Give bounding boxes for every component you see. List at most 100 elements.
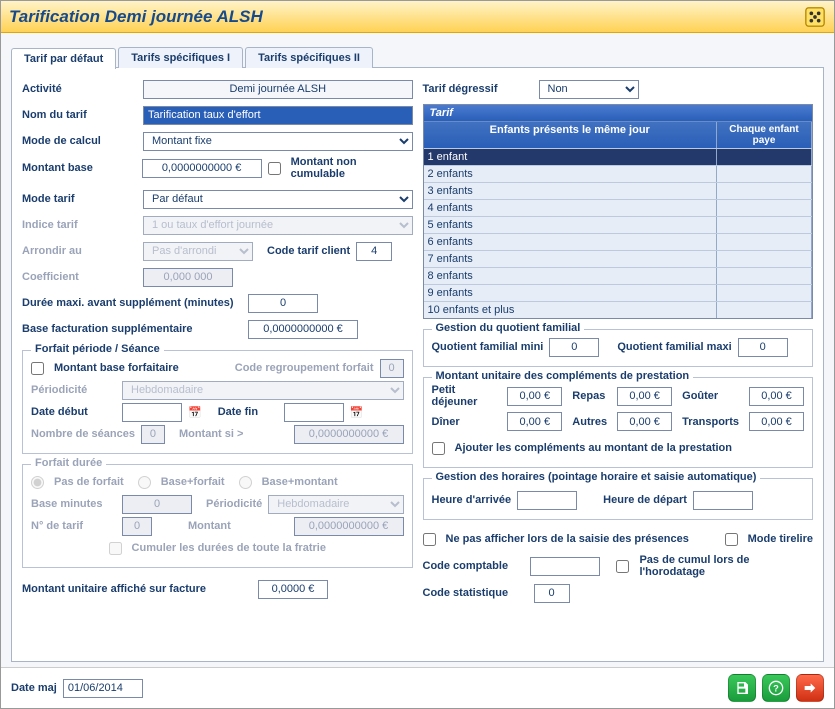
- date-maj-input[interactable]: [63, 679, 143, 698]
- no-tarif-label: N° de tarif: [31, 520, 116, 532]
- code-tarif-input[interactable]: [356, 242, 392, 261]
- coeff-input: [143, 268, 233, 287]
- nb-seances-input: [141, 425, 165, 444]
- pas-cumul-checkbox[interactable]: [616, 560, 629, 573]
- indice-label: Indice tarif: [22, 219, 137, 231]
- save-button[interactable]: [728, 674, 756, 702]
- calendar-icon[interactable]: 📅: [350, 406, 364, 419]
- base-min-input: [122, 495, 192, 514]
- non-cumulable-checkbox[interactable]: [268, 162, 281, 175]
- table-col1: Enfants présents le même jour: [424, 122, 718, 148]
- table-title: Tarif: [424, 105, 813, 122]
- date-fin-label: Date fin: [218, 406, 278, 418]
- qf-maxi-input[interactable]: [738, 338, 788, 357]
- regroup-label: Code regroupement forfait: [235, 362, 374, 374]
- arrondi-select: Pas d'arrondi: [143, 242, 253, 261]
- non-cumulable-label: Montant non cumulable: [291, 156, 413, 180]
- montant-si-label: Montant si >: [179, 428, 243, 440]
- mode-tirelire-checkbox[interactable]: [725, 533, 738, 546]
- ne-pas-afficher-label: Ne pas afficher lors de la saisie des pr…: [446, 533, 689, 545]
- petit-dej-input[interactable]: [507, 387, 562, 406]
- calendar-icon[interactable]: 📅: [188, 406, 202, 419]
- table-row[interactable]: 3 enfants: [424, 182, 813, 199]
- code-stat-label: Code statistique: [423, 587, 528, 599]
- mode-calcul-select[interactable]: Montant fixe: [143, 132, 413, 151]
- heure-depart-label: Heure de départ: [603, 494, 687, 506]
- close-button[interactable]: [796, 674, 824, 702]
- duree-max-label: Durée maxi. avant supplément (minutes): [22, 297, 242, 309]
- repas-input[interactable]: [617, 387, 672, 406]
- date-debut-input[interactable]: [122, 403, 182, 422]
- fp-period-select: Hebdomadaire: [122, 381, 404, 400]
- montant-si-input: [294, 425, 404, 444]
- forfait-periode-legend: Forfait période / Séance: [31, 343, 164, 355]
- code-comptable-input[interactable]: [530, 557, 600, 576]
- fd-period-select: Hebdomadaire: [268, 495, 403, 514]
- cumuler-checkbox: [109, 542, 122, 555]
- date-maj-label: Date maj: [11, 682, 57, 694]
- transports-input[interactable]: [749, 412, 804, 431]
- base-supp-label: Base facturation supplémentaire: [22, 323, 242, 335]
- base-supp-input[interactable]: [248, 320, 358, 339]
- qf-maxi-label: Quotient familial maxi: [617, 341, 731, 353]
- gouter-label: Goûter: [682, 390, 739, 402]
- tab-spec1[interactable]: Tarifs spécifiques I: [118, 47, 243, 68]
- code-comptable-label: Code comptable: [423, 560, 525, 572]
- fd-montant-label: Montant: [188, 520, 231, 532]
- svg-text:?: ?: [773, 683, 779, 693]
- tab-default[interactable]: Tarif par défaut: [11, 48, 116, 69]
- regroup-input: [380, 359, 404, 378]
- cumuler-label: Cumuler les durées de toute la fratrie: [132, 542, 326, 554]
- unitaire-input[interactable]: [258, 580, 328, 599]
- heure-arrivee-input[interactable]: [517, 491, 577, 510]
- nom-tarif-label: Nom du tarif: [22, 109, 137, 121]
- mode-calcul-label: Mode de calcul: [22, 135, 137, 147]
- page-title: Tarification Demi journée ALSH: [9, 7, 804, 27]
- degressif-select[interactable]: Non: [539, 80, 639, 99]
- table-col2: Chaque enfant paye: [717, 122, 812, 148]
- table-row[interactable]: 5 enfants: [424, 216, 813, 233]
- table-row[interactable]: 1 enfant: [424, 148, 813, 165]
- nom-tarif-input[interactable]: [143, 106, 413, 125]
- table-row[interactable]: 2 enfants: [424, 165, 813, 182]
- fp-period-label: Périodicité: [31, 384, 116, 396]
- fd-montant-input: [294, 517, 404, 536]
- mode-tarif-select[interactable]: Par défaut: [143, 190, 413, 209]
- indice-select: 1 ou taux d'effort journée: [143, 216, 413, 235]
- autres-input[interactable]: [617, 412, 672, 431]
- table-row[interactable]: 9 enfants: [424, 284, 813, 301]
- ajouter-comp-label: Ajouter les compléments au montant de la…: [455, 442, 733, 454]
- montant-base-label: Montant base: [22, 162, 136, 174]
- no-tarif-input: [122, 517, 152, 536]
- base-forfait-checkbox[interactable]: [31, 362, 44, 375]
- petit-dej-label: Petit déjeuner: [432, 384, 498, 408]
- qf-mini-label: Quotient familial mini: [432, 341, 544, 353]
- diner-input[interactable]: [507, 412, 562, 431]
- ajouter-comp-checkbox[interactable]: [432, 442, 445, 455]
- comp-legend: Montant unitaire des compléments de pres…: [432, 370, 694, 382]
- heure-depart-input[interactable]: [693, 491, 753, 510]
- tarif-table: Tarif Enfants présents le même jour Chaq…: [423, 104, 814, 319]
- coeff-label: Coefficient: [22, 271, 137, 283]
- montant-base-input[interactable]: [142, 159, 262, 178]
- table-row[interactable]: 4 enfants: [424, 199, 813, 216]
- arrondi-label: Arrondir au: [22, 245, 137, 257]
- duree-max-input[interactable]: [248, 294, 318, 313]
- fd-r3: [239, 476, 252, 489]
- dice-icon[interactable]: [804, 6, 826, 28]
- table-row[interactable]: 6 enfants: [424, 233, 813, 250]
- base-forfait-label: Montant base forfaitaire: [54, 362, 179, 374]
- code-stat-input[interactable]: [534, 584, 570, 603]
- help-button[interactable]: ?: [762, 674, 790, 702]
- table-row[interactable]: 7 enfants: [424, 250, 813, 267]
- date-fin-input[interactable]: [284, 403, 344, 422]
- mode-tarif-label: Mode tarif: [22, 193, 137, 205]
- qf-mini-input[interactable]: [549, 338, 599, 357]
- table-row[interactable]: 10 enfants et plus: [424, 301, 813, 318]
- ne-pas-afficher-checkbox[interactable]: [423, 533, 436, 546]
- fd-r1: [31, 476, 44, 489]
- gouter-input[interactable]: [749, 387, 804, 406]
- table-row[interactable]: 8 enfants: [424, 267, 813, 284]
- horaires-legend: Gestion des horaires (pointage horaire e…: [432, 471, 761, 483]
- tab-spec2[interactable]: Tarifs spécifiques II: [245, 47, 373, 68]
